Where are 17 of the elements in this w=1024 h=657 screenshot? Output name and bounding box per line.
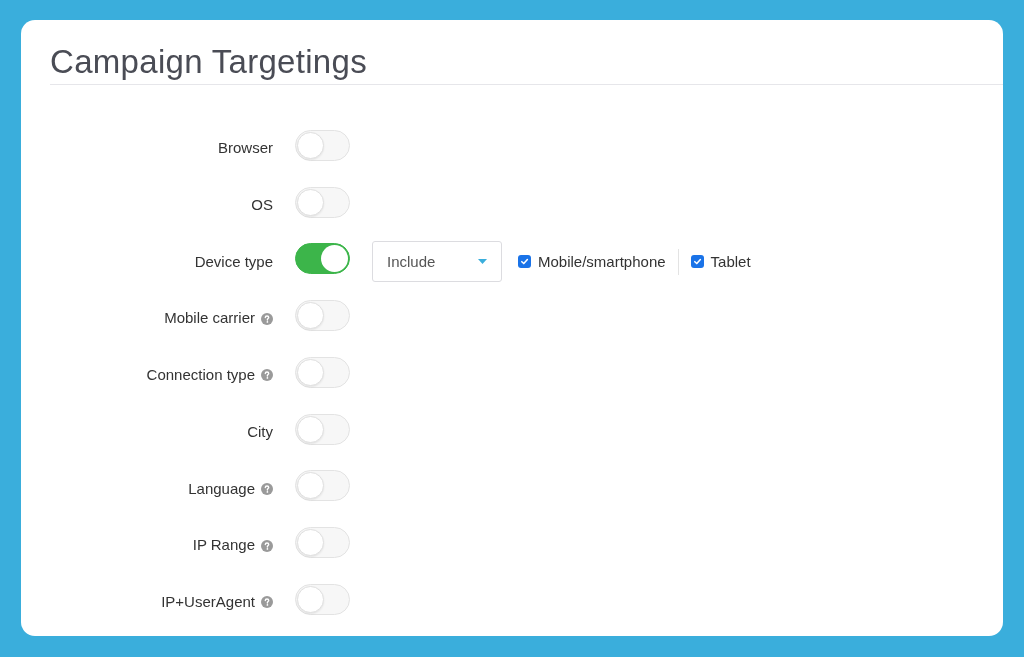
field-label: Mobile carrier bbox=[164, 308, 255, 329]
field-label: OS bbox=[251, 194, 273, 215]
field-label: Connection type bbox=[146, 365, 255, 386]
field-label: Language bbox=[188, 478, 255, 499]
field-label: Device type bbox=[194, 251, 273, 272]
checkbox[interactable] bbox=[518, 255, 531, 269]
checkbox[interactable] bbox=[690, 255, 704, 269]
checkbox-label: Tablet bbox=[710, 251, 751, 272]
field-label: City bbox=[247, 421, 273, 442]
caret-icon bbox=[478, 259, 487, 265]
field-label: IP Range bbox=[192, 535, 255, 556]
field-label: IP+UserAgent bbox=[161, 592, 255, 613]
mode-dropdown[interactable]: Include bbox=[372, 241, 502, 283]
field-label: Browser bbox=[218, 138, 273, 159]
toggle-switch[interactable] bbox=[295, 243, 350, 275]
page-title: Campaign Targetings bbox=[50, 44, 367, 80]
checkbox-label: Mobile/smartphone bbox=[538, 251, 666, 272]
